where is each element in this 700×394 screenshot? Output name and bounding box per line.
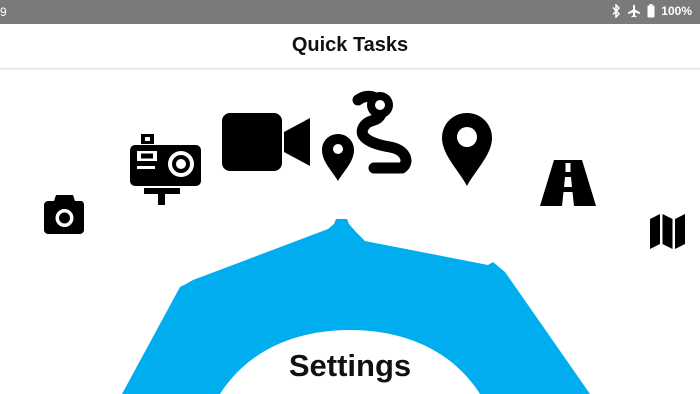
map-icon[interactable] bbox=[650, 214, 685, 249]
dial-center-label[interactable]: Settings bbox=[0, 348, 700, 384]
action-camera-icon[interactable] bbox=[130, 134, 202, 206]
camera-icon[interactable] bbox=[44, 195, 85, 234]
location-pin-icon[interactable] bbox=[442, 113, 492, 186]
route-icon[interactable] bbox=[320, 88, 415, 181]
video-camera-icon[interactable] bbox=[222, 113, 310, 171]
road-icon[interactable] bbox=[540, 160, 596, 206]
